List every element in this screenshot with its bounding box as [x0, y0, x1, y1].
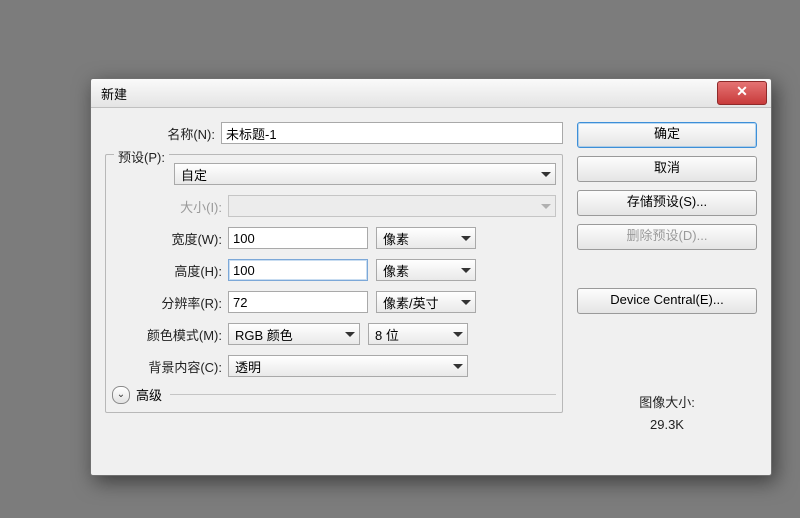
chevron-down-icon — [345, 332, 355, 337]
background-select[interactable]: 透明 — [228, 355, 468, 377]
close-icon: ✕ — [736, 83, 748, 99]
name-input[interactable] — [221, 122, 563, 144]
chevron-down-icon: ⌄ — [117, 390, 125, 400]
size-row: 大小(I): — [112, 195, 556, 217]
size-select — [228, 195, 556, 217]
width-unit-select[interactable]: 像素 — [376, 227, 476, 249]
preset-fieldset: 预设(P): 自定 大小(I): — [105, 154, 563, 413]
advanced-label: 高级 — [136, 385, 162, 404]
advanced-row: ⌄ 高级 — [112, 385, 556, 404]
advanced-toggle[interactable]: ⌄ — [112, 386, 130, 404]
ok-button[interactable]: 确定 — [577, 122, 757, 148]
name-row: 名称(N): — [105, 122, 563, 144]
bitdepth-select[interactable]: 8 位 — [368, 323, 468, 345]
background-label: 背景内容(C): — [112, 357, 228, 376]
dialog-title: 新建 — [101, 84, 127, 103]
width-unit-value: 像素 — [383, 229, 409, 248]
height-label: 高度(H): — [112, 261, 228, 280]
chevron-down-icon — [461, 268, 471, 273]
image-size-label: 图像大小: — [577, 392, 757, 411]
left-column: 名称(N): 预设(P): 自定 大小(I): — [105, 122, 577, 432]
save-preset-button[interactable]: 存储预设(S)... — [577, 190, 757, 216]
background-value: 透明 — [235, 357, 261, 376]
chevron-down-icon — [541, 172, 551, 177]
colormode-label: 颜色模式(M): — [112, 325, 228, 344]
bitdepth-value: 8 位 — [375, 325, 399, 344]
resolution-unit-value: 像素/英寸 — [383, 293, 439, 312]
chevron-down-icon — [453, 364, 463, 369]
cancel-button[interactable]: 取消 — [577, 156, 757, 182]
size-label: 大小(I): — [112, 197, 228, 216]
dialog-content: 名称(N): 预设(P): 自定 大小(I): — [91, 108, 771, 442]
colormode-select[interactable]: RGB 颜色 — [228, 323, 360, 345]
preset-select[interactable]: 自定 — [174, 163, 556, 185]
new-document-dialog: 新建 ✕ 名称(N): 预设(P): 自定 — [90, 78, 772, 476]
resolution-row: 分辨率(R): 像素/英寸 — [112, 291, 556, 313]
divider — [170, 394, 556, 395]
delete-preset-button: 删除预设(D)... — [577, 224, 757, 250]
titlebar[interactable]: 新建 ✕ — [91, 79, 771, 108]
image-size-info: 图像大小: 29.3K — [577, 392, 757, 432]
height-unit-value: 像素 — [383, 261, 409, 280]
colormode-value: RGB 颜色 — [235, 325, 293, 344]
chevron-down-icon — [541, 204, 551, 209]
colormode-row: 颜色模式(M): RGB 颜色 8 位 — [112, 323, 556, 345]
height-row: 高度(H): 像素 — [112, 259, 556, 281]
right-column: 确定 取消 存储预设(S)... 删除预设(D)... Device Centr… — [577, 122, 757, 432]
image-size-value: 29.3K — [577, 417, 757, 432]
resolution-unit-select[interactable]: 像素/英寸 — [376, 291, 476, 313]
chevron-down-icon — [461, 300, 471, 305]
width-input[interactable] — [228, 227, 368, 249]
background-row: 背景内容(C): 透明 — [112, 355, 556, 377]
resolution-label: 分辨率(R): — [112, 293, 228, 312]
device-central-button[interactable]: Device Central(E)... — [577, 288, 757, 314]
resolution-input[interactable] — [228, 291, 368, 313]
close-button[interactable]: ✕ — [717, 81, 767, 105]
width-row: 宽度(W): 像素 — [112, 227, 556, 249]
chevron-down-icon — [461, 236, 471, 241]
name-label: 名称(N): — [105, 124, 221, 143]
height-unit-select[interactable]: 像素 — [376, 259, 476, 281]
chevron-down-icon — [453, 332, 463, 337]
height-input[interactable] — [228, 259, 368, 281]
preset-value: 自定 — [181, 165, 207, 184]
preset-label: 预设(P): — [118, 150, 165, 165]
width-label: 宽度(W): — [112, 229, 228, 248]
